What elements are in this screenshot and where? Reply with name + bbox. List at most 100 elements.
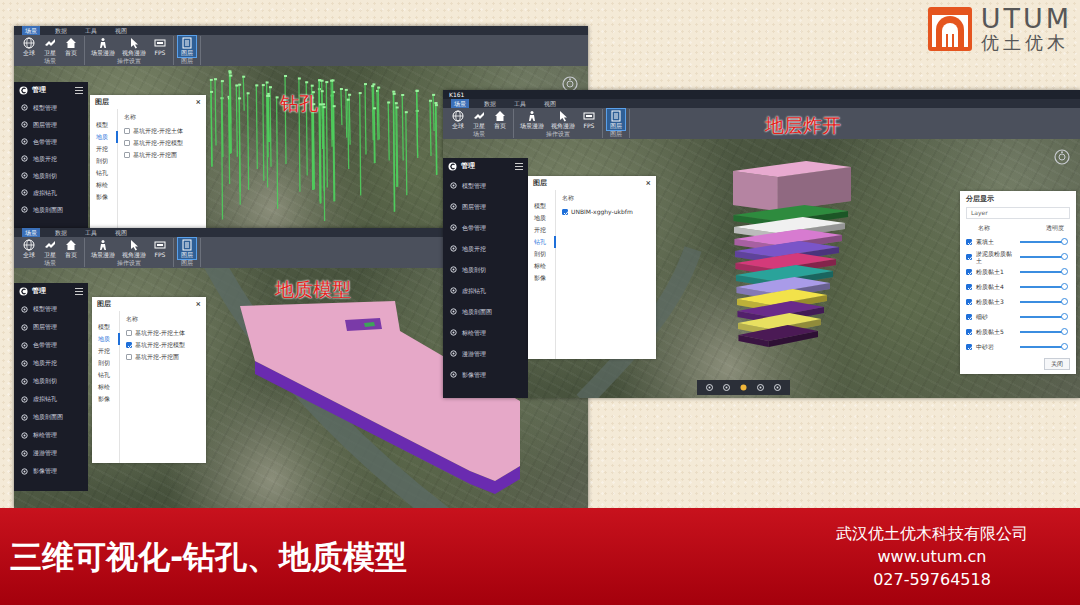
menu-tab[interactable]: 视图 [112, 26, 130, 35]
company-url[interactable]: www.utum.cn [877, 545, 986, 568]
layer-category[interactable]: 钻孔 [92, 369, 119, 381]
toolbar-button[interactable]: 场景漫游 [89, 36, 117, 57]
toolbar-button[interactable]: 卫星 [41, 36, 59, 57]
sidebar-item[interactable]: 图层管理 [443, 196, 528, 217]
sidebar-item[interactable]: 色带管理 [14, 336, 88, 354]
close-button[interactable]: 关闭 [1044, 358, 1070, 370]
layer-category[interactable]: 剖切 [92, 357, 119, 369]
sidebar-item[interactable]: 影像管理 [443, 364, 528, 385]
app-window[interactable]: K161场景数据工具视图全球卫星首页场景场景漫游视角漫游FPS操作设置图层图层管… [443, 90, 1080, 398]
layer-checkbox[interactable] [126, 330, 132, 336]
sidebar-item[interactable]: 标绘管理 [14, 426, 88, 444]
layer-category[interactable]: 钻孔 [528, 236, 556, 248]
sidebar-item[interactable]: 地质剖切 [443, 259, 528, 280]
stratum-checkbox[interactable] [966, 269, 972, 275]
layer-category[interactable]: 开挖 [528, 224, 555, 236]
sidebar-item[interactable]: 地质开挖 [14, 150, 88, 167]
layer-category[interactable]: 地质 [92, 333, 120, 345]
layer-checkbox[interactable] [124, 140, 130, 146]
layer-checkbox[interactable] [562, 209, 568, 215]
opacity-slider[interactable] [1020, 316, 1066, 318]
sidebar-item[interactable]: 标绘管理 [443, 322, 528, 343]
stratum-checkbox[interactable] [966, 284, 972, 290]
sidebar-item[interactable]: 模型管理 [443, 175, 528, 196]
sidebar-item[interactable]: 色带管理 [14, 133, 88, 150]
sidebar-item[interactable]: 模型管理 [14, 99, 88, 116]
toolbar-button[interactable]: 全球 [20, 36, 38, 57]
layer-category[interactable]: 钻孔 [90, 167, 117, 179]
target-icon[interactable] [705, 383, 714, 392]
layer-checkbox[interactable] [126, 342, 132, 348]
layer-category[interactable]: 影像 [92, 393, 119, 405]
toolbar-button[interactable]: 图层 [178, 36, 196, 57]
stratum-checkbox[interactable] [966, 329, 972, 335]
layer-row[interactable]: 基坑开挖-开挖面 [124, 149, 200, 161]
layer-row[interactable]: 基坑开挖-开挖模型 [124, 137, 200, 149]
sidebar-item[interactable]: 图层管理 [14, 116, 88, 133]
sidebar-item[interactable]: 地质开挖 [443, 238, 528, 259]
layer-category[interactable]: 开挖 [92, 345, 119, 357]
sidebar-item[interactable]: 漫游管理 [14, 444, 88, 462]
layer-category[interactable]: 地质 [90, 131, 118, 143]
toolbar-button[interactable]: 全球 [20, 238, 38, 259]
sidebar-item[interactable]: 模型管理 [14, 300, 88, 318]
stratum-checkbox[interactable] [966, 239, 972, 245]
sidebar-item[interactable]: 漫游管理 [443, 343, 528, 364]
sidebar-item[interactable]: 地质剖面图 [14, 201, 88, 218]
sidebar-item[interactable]: 地质剖切 [14, 372, 88, 390]
slider-knob[interactable] [1061, 313, 1068, 320]
toolbar-button[interactable]: 视角漫游 [120, 238, 148, 259]
opacity-slider[interactable] [1020, 301, 1066, 303]
measure-icon[interactable] [773, 383, 782, 392]
stratum-checkbox[interactable] [966, 344, 972, 350]
opacity-slider[interactable] [1020, 271, 1066, 273]
toolbar-button[interactable]: 卫星 [41, 238, 59, 259]
stratum-checkbox[interactable] [966, 254, 972, 260]
sidebar-item[interactable]: 影像管理 [14, 462, 88, 480]
toolbar-button[interactable]: 首页 [62, 238, 80, 259]
layer-row[interactable]: 基坑开挖-开挖土体 [124, 125, 200, 137]
sidebar-item[interactable]: 地质开挖 [14, 354, 88, 372]
toolbar-button[interactable]: 视角漫游 [549, 109, 577, 130]
toolbar-button[interactable]: 图层 [178, 238, 196, 259]
toolbar-button[interactable]: 场景漫游 [518, 109, 546, 130]
menu-tab[interactable]: 视图 [112, 228, 130, 237]
menu-tab[interactable]: 数据 [52, 26, 70, 35]
sidebar-item[interactable]: 虚拟钻孔 [14, 184, 88, 201]
slider-knob[interactable] [1061, 238, 1068, 245]
layer-category[interactable]: 开挖 [90, 143, 117, 155]
menu-tab[interactable]: 场景 [22, 26, 40, 35]
sidebar-item[interactable]: 图层管理 [14, 318, 88, 336]
menu-tab[interactable]: 工具 [511, 99, 529, 108]
menu-tab[interactable]: 数据 [52, 228, 70, 237]
menu-tab[interactable]: 场景 [451, 99, 469, 108]
menu-icon[interactable] [75, 288, 83, 295]
menu-tab[interactable]: 工具 [82, 26, 100, 35]
toolbar-button[interactable]: 视角漫游 [120, 36, 148, 57]
stratum-checkbox[interactable] [966, 314, 972, 320]
menu-icon[interactable] [515, 163, 523, 170]
sidebar-item[interactable]: 地质剖面图 [14, 408, 88, 426]
toolbar-button[interactable]: FPS [151, 36, 169, 57]
layer-category[interactable]: 地质 [528, 212, 555, 224]
toolbar-button[interactable]: 卫星 [470, 109, 488, 130]
sidebar-item[interactable]: 虚拟钻孔 [443, 280, 528, 301]
toolbar-button[interactable]: FPS [580, 109, 598, 130]
layer-row[interactable]: 基坑开挖-开挖面 [126, 351, 200, 363]
layer-checkbox[interactable] [124, 128, 130, 134]
toolbar-button[interactable]: 图层 [607, 109, 625, 130]
menu-icon[interactable] [75, 87, 83, 94]
layer-category[interactable]: 模型 [92, 321, 119, 333]
opacity-slider[interactable] [1020, 331, 1066, 333]
menu-tab[interactable]: 数据 [481, 99, 499, 108]
layer-category[interactable]: 模型 [90, 119, 117, 131]
opacity-slider[interactable] [1020, 286, 1066, 288]
layer-category[interactable]: 影像 [528, 272, 555, 284]
toolbar-button[interactable]: 首页 [62, 36, 80, 57]
layer-checkbox[interactable] [126, 354, 132, 360]
layer-category[interactable]: 标绘 [92, 381, 119, 393]
close-button[interactable]: × [196, 300, 201, 308]
menu-tab[interactable]: 视图 [541, 99, 559, 108]
close-button[interactable]: × [196, 98, 201, 106]
toolbar-button[interactable]: FPS [151, 238, 169, 259]
